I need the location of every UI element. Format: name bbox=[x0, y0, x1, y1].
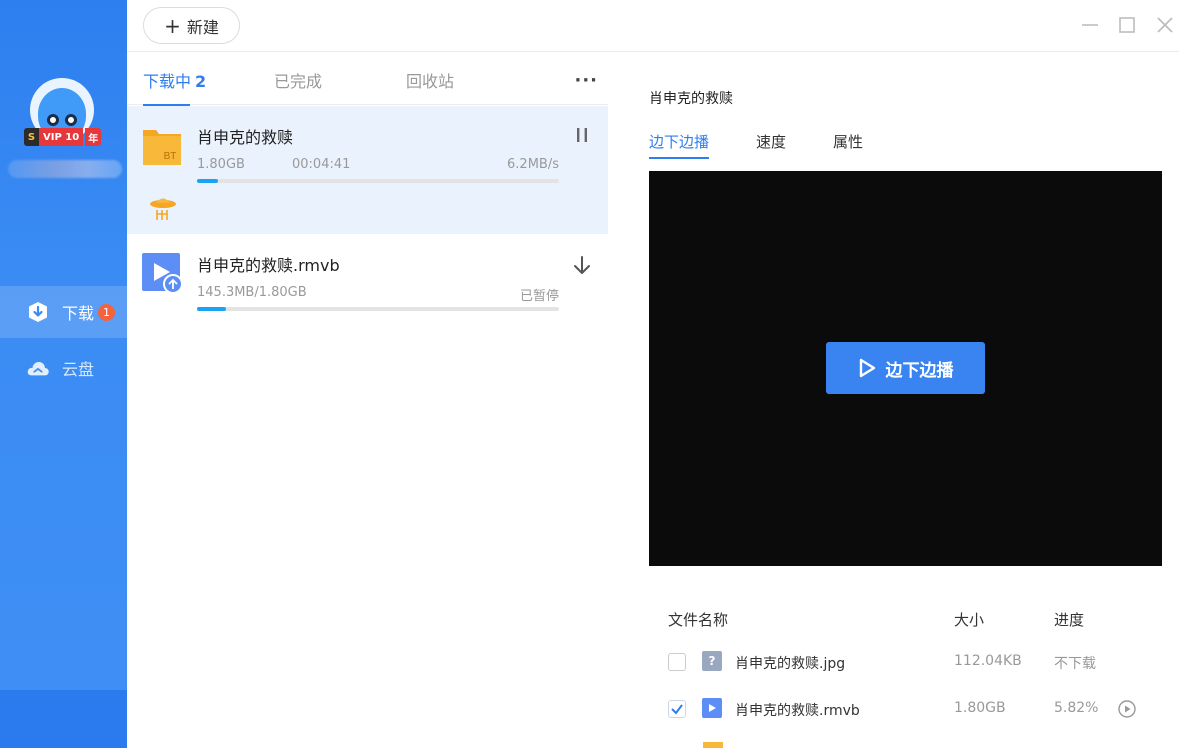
cloud-icon bbox=[26, 356, 50, 380]
top-bar: + 新建 bbox=[127, 0, 1179, 52]
column-header-name: 文件名称 bbox=[668, 611, 729, 629]
resume-download-button[interactable] bbox=[572, 254, 592, 276]
video-file-icon bbox=[702, 698, 722, 718]
vip-label: VIP 10 bbox=[39, 128, 84, 146]
pause-button[interactable] bbox=[572, 124, 592, 146]
task-speed: 6.2MB/s bbox=[507, 157, 559, 172]
notification-badge: 1 bbox=[98, 303, 116, 321]
task-size: 1.80GB bbox=[197, 157, 245, 172]
plus-icon: + bbox=[164, 13, 181, 38]
video-player[interactable]: 边下边播 bbox=[649, 171, 1162, 566]
tab-completed[interactable]: 已完成 bbox=[274, 68, 322, 92]
sidebar-item-download[interactable]: 下载 1 bbox=[0, 286, 127, 338]
unknown-file-icon: ? bbox=[702, 651, 722, 671]
file-name: 肖申克的救赎.jpg bbox=[735, 656, 846, 672]
list-tabs: 下载中 2 已完成 回收站 ··· bbox=[127, 52, 608, 107]
video-file-icon bbox=[142, 253, 183, 295]
column-header-progress: 进度 bbox=[1054, 611, 1085, 629]
vip-s-icon: S bbox=[24, 128, 39, 146]
checkmark-icon bbox=[671, 704, 683, 715]
stream-play-button[interactable]: 边下边播 bbox=[826, 342, 985, 394]
task-time-remaining: 00:04:41 bbox=[292, 157, 351, 172]
download-task[interactable]: BT 肖申克的救赎 1.80GB 00:04:41 6.2MB/s bbox=[127, 106, 608, 234]
task-detail-pane: 肖申克的救赎 边下边播 速度 属性 边下边播 文件名称 大小 进度 ? 肖申克的… bbox=[608, 52, 1179, 748]
stream-play-label: 边下边播 bbox=[885, 360, 954, 381]
task-name: 肖申克的救赎 bbox=[197, 128, 294, 147]
download-shield-icon bbox=[26, 300, 50, 324]
minimize-icon bbox=[1082, 24, 1098, 26]
play-circle-icon[interactable] bbox=[1117, 699, 1137, 719]
tab-label: 已完成 bbox=[274, 72, 323, 91]
maximize-button[interactable] bbox=[1116, 14, 1138, 36]
file-checkbox[interactable] bbox=[668, 653, 686, 671]
task-progress-bar bbox=[197, 179, 559, 183]
more-options-button[interactable]: ··· bbox=[574, 70, 598, 91]
bt-folder-icon: BT bbox=[142, 126, 182, 166]
ufo-accelerate-icon[interactable] bbox=[149, 194, 177, 224]
file-row[interactable]: 肖申克的救赎.rmvb 1.80GB 5.82% bbox=[668, 694, 1162, 724]
sidebar-item-cloud[interactable]: 云盘 bbox=[0, 342, 127, 394]
new-task-label: 新建 bbox=[186, 17, 219, 37]
file-progress: 5.82% bbox=[1054, 700, 1099, 716]
pause-icon bbox=[577, 128, 587, 142]
new-task-button[interactable]: + 新建 bbox=[143, 7, 240, 44]
file-row[interactable]: ? 肖申克的救赎.jpg 112.04KB 不下载 bbox=[668, 647, 1162, 677]
sidebar: S VIP 10 年 下载 1 云盘 bbox=[0, 0, 127, 748]
download-list-pane: 下载中 2 已完成 回收站 ··· BT 肖申克的救赎 1.80GB 00:04… bbox=[127, 52, 608, 748]
file-progress: 不下载 bbox=[1054, 656, 1096, 672]
tab-recycle-bin[interactable]: 回收站 bbox=[406, 68, 454, 92]
app-window: S VIP 10 年 下载 1 云盘 + 新建 下载中 2 已完成 回收站 ··… bbox=[0, 0, 1179, 748]
sidebar-item-label: 下载 bbox=[62, 304, 95, 323]
close-icon bbox=[1157, 17, 1173, 33]
vip-years: 年 bbox=[85, 128, 102, 146]
maximize-icon bbox=[1119, 17, 1135, 33]
task-name: 肖申克的救赎.rmvb bbox=[197, 256, 340, 275]
tab-label: 下载中 bbox=[143, 72, 192, 91]
detail-title: 肖申克的救赎 bbox=[649, 91, 733, 107]
eye-icon bbox=[65, 114, 77, 126]
progress-fill bbox=[197, 179, 218, 183]
eye-icon bbox=[47, 114, 59, 126]
tab-properties[interactable]: 属性 bbox=[833, 131, 863, 152]
tab-speed[interactable]: 速度 bbox=[756, 131, 786, 152]
file-checkbox-checked[interactable] bbox=[668, 700, 686, 718]
file-size: 1.80GB bbox=[954, 700, 1006, 716]
task-status: 已暂停 bbox=[519, 289, 559, 304]
minimize-button[interactable] bbox=[1079, 14, 1101, 36]
close-button[interactable] bbox=[1154, 14, 1176, 36]
tab-stream-play[interactable]: 边下边播 bbox=[649, 131, 710, 159]
sidebar-item-label: 云盘 bbox=[62, 360, 95, 379]
bt-label: BT bbox=[164, 151, 177, 162]
tab-downloading[interactable]: 下载中 2 bbox=[143, 68, 207, 107]
sidebar-footer bbox=[0, 690, 127, 748]
play-icon bbox=[859, 358, 875, 378]
tab-label: 回收站 bbox=[406, 72, 455, 91]
task-progress-bar bbox=[197, 307, 559, 311]
file-size: 112.04KB bbox=[954, 653, 1022, 669]
folder-icon-partial bbox=[703, 742, 723, 748]
task-size: 145.3MB/1.80GB bbox=[197, 285, 307, 300]
file-name: 肖申克的救赎.rmvb bbox=[735, 703, 860, 719]
tab-count: 2 bbox=[195, 72, 207, 91]
download-task[interactable]: 肖申克的救赎.rmvb 145.3MB/1.80GB 已暂停 bbox=[127, 234, 608, 318]
arrow-down-icon bbox=[574, 256, 590, 274]
column-header-size: 大小 bbox=[954, 611, 985, 629]
username-redacted bbox=[8, 160, 122, 178]
vip-badge[interactable]: S VIP 10 年 bbox=[24, 128, 102, 146]
progress-fill bbox=[197, 307, 226, 311]
